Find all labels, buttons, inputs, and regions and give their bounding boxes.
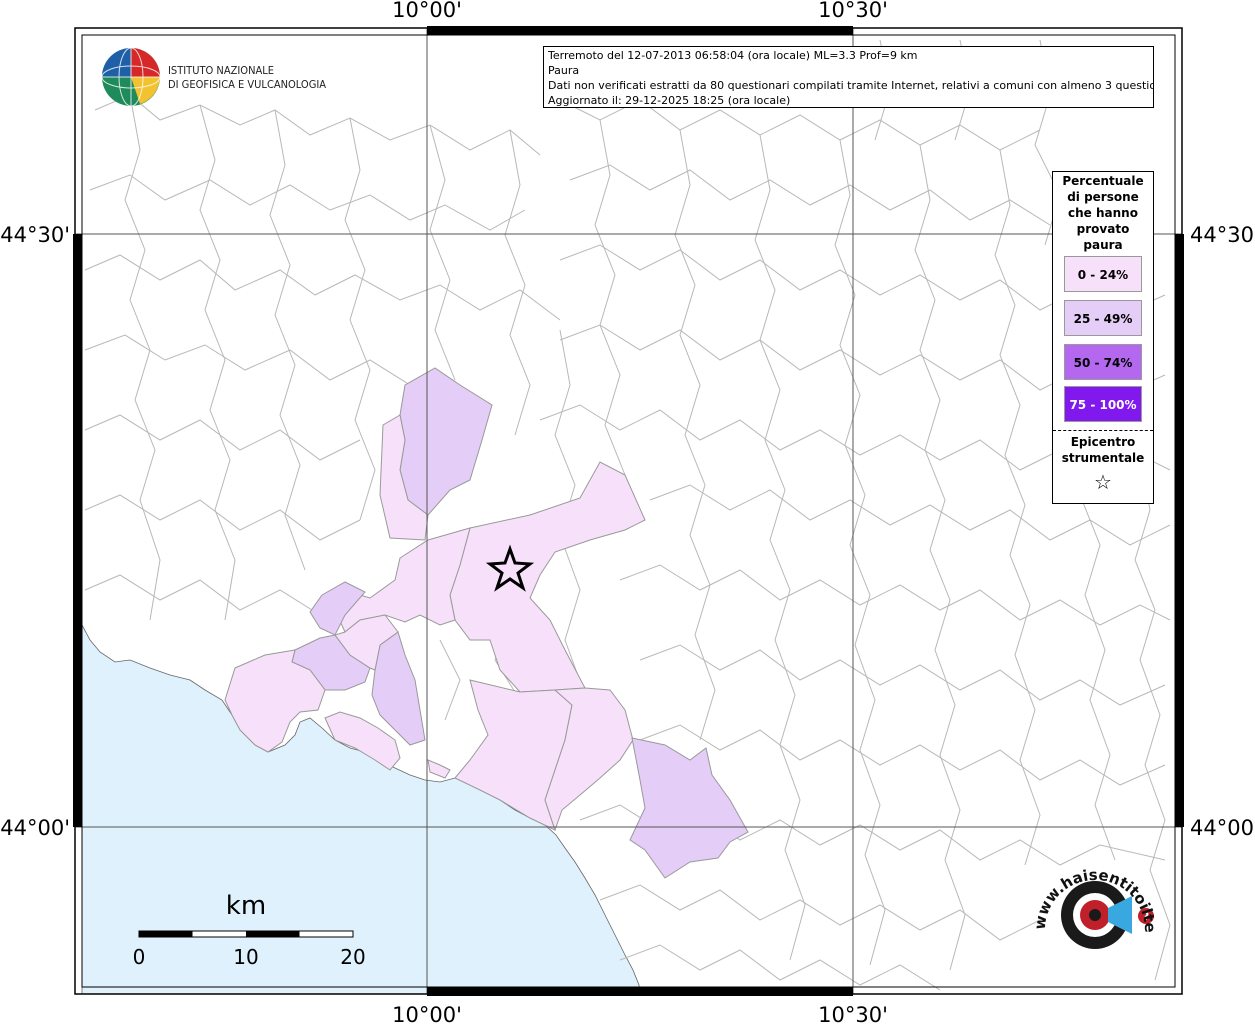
legend-star-icon: ☆	[1094, 470, 1112, 494]
lat-label-right-2: 44°00'	[1190, 816, 1255, 840]
event-info-line2: Paura	[548, 64, 580, 77]
lon-label-bottom-2: 10°30'	[818, 1003, 888, 1024]
legend-title-line3: che hanno	[1068, 206, 1138, 220]
lon-label-bottom-1: 10°00'	[392, 1003, 462, 1024]
legend-swatch-25-49: 25 - 49%	[1064, 300, 1142, 336]
scale-tick-0: 0	[133, 945, 146, 969]
ingv-name-line1: ISTITUTO NAZIONALE	[168, 64, 274, 77]
scale-tick-10: 10	[233, 945, 258, 969]
event-info-line1: Terremoto del 12-07-2013 06:58:04 (ora l…	[548, 49, 918, 62]
legend-swatch-50-74: 50 - 74%	[1064, 344, 1142, 380]
lat-label-right-1: 44°30'	[1190, 223, 1255, 247]
event-info-box: Terremoto del 12-07-2013 06:58:04 (ora l…	[543, 46, 1154, 108]
legend-divider	[1053, 430, 1153, 431]
legend-title-line1: Percentuale	[1062, 174, 1144, 188]
legend-title-line2: di persone	[1067, 190, 1139, 204]
lon-label-top-2: 10°30'	[818, 0, 888, 22]
legend-title-line4: provato	[1076, 222, 1130, 236]
ingv-name-line2: DI GEOFISICA E VULCANOLOGIA	[168, 78, 326, 91]
intensity-map: 10°00' 10°30' 10°00' 10°30' 44°30' 44°00…	[0, 0, 1255, 1024]
legend-swatch-0-24: 0 - 24%	[1064, 256, 1142, 292]
legend-swatch-75-100: 75 - 100%	[1064, 386, 1142, 422]
legend: Percentuale di persone che hanno provato…	[1052, 171, 1154, 504]
scale-unit: km	[226, 891, 266, 921]
legend-title: Percentuale di persone che hanno provato…	[1053, 173, 1153, 253]
legend-epicenter-line1: Epicentro	[1070, 435, 1136, 449]
lat-label-left-2: 44°00'	[0, 816, 70, 840]
legend-epicenter-line2: strumentale	[1061, 451, 1145, 465]
lat-label-left-1: 44°30'	[0, 223, 70, 247]
event-info-line4: Aggiornato il: 29-12-2025 18:25 (ora loc…	[548, 94, 791, 107]
legend-title-line5: paura	[1083, 238, 1123, 252]
scale-tick-20: 20	[340, 945, 365, 969]
lon-label-top-1: 10°00'	[392, 0, 462, 22]
event-info-line3: Dati non verificati estratti da 80 quest…	[548, 79, 1154, 92]
legend-epicenter-title: Epicentro strumentale	[1053, 434, 1153, 466]
